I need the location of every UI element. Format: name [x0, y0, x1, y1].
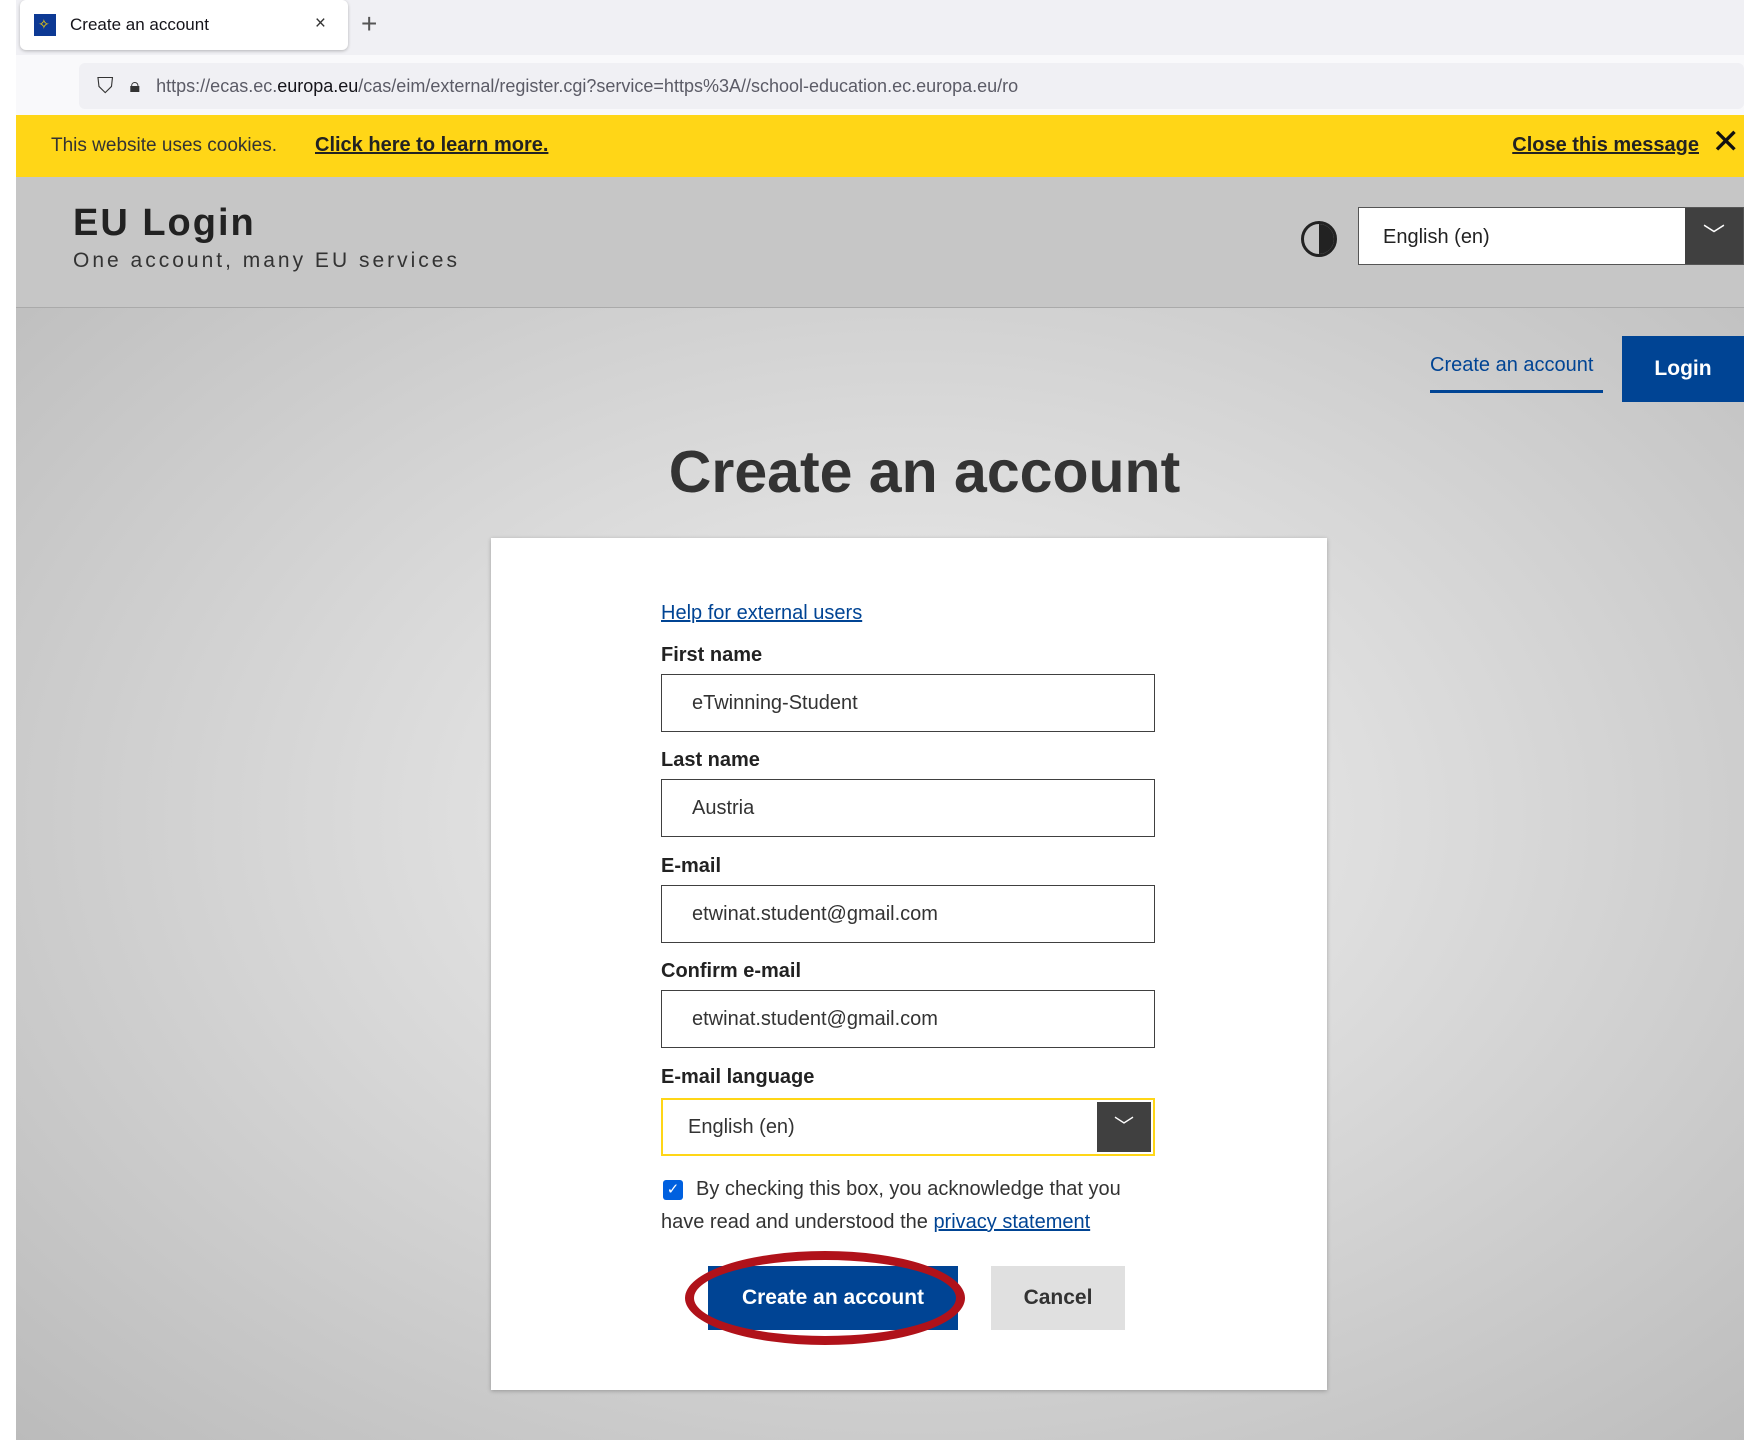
brand-title: EU Login	[73, 202, 256, 244]
cookie-message: This website uses cookies.	[51, 135, 277, 156]
registration-form: Help for external users First name eTwin…	[491, 538, 1327, 1390]
language-select[interactable]: English (en) ﹀	[1358, 207, 1744, 265]
first-name-label: First name	[661, 644, 763, 666]
chevron-down-icon[interactable]: ﹀	[1685, 208, 1743, 264]
tab-title: Create an account	[70, 15, 209, 34]
consent-text-line2: have read and understood the privacy sta…	[661, 1211, 1091, 1233]
consent-checkbox[interactable]: ✓	[663, 1180, 683, 1200]
email-language-label: E-mail language	[661, 1066, 815, 1088]
email-value: etwinat.student@gmail.com	[692, 903, 938, 925]
brand-tagline: One account, many EU services	[73, 249, 460, 272]
address-bar[interactable]: ⛉ 🔒︎ https://ecas.ec.europa.eu/cas/eim/e…	[79, 63, 1744, 109]
chevron-down-icon[interactable]: ﹀	[1097, 1102, 1151, 1152]
last-name-label: Last name	[661, 749, 760, 771]
consent-text-line1: By checking this box, you acknowledge th…	[696, 1178, 1121, 1200]
active-link-underline	[1430, 390, 1603, 393]
browser-window: Create an account × + ⛉ 🔒︎ https://ecas.…	[16, 0, 1744, 1440]
email-field[interactable]: etwinat.student@gmail.com	[661, 885, 1155, 943]
address-bar-row: ⛉ 🔒︎ https://ecas.ec.europa.eu/cas/eim/e…	[16, 55, 1744, 115]
page-title: Create an account	[668, 439, 1181, 505]
close-message-link[interactable]: Close this message	[1512, 134, 1699, 157]
email-language-select[interactable]: English (en) ﹀	[661, 1098, 1155, 1156]
main-content: Create an account Login Create an accoun…	[16, 308, 1744, 1440]
privacy-statement-link[interactable]: privacy statement	[933, 1211, 1090, 1233]
url-text[interactable]: https://ecas.ec.europa.eu/cas/eim/extern…	[156, 76, 1018, 97]
cancel-button[interactable]: Cancel	[991, 1266, 1125, 1330]
lock-icon[interactable]: 🔒︎	[130, 75, 141, 98]
tab-strip: Create an account × +	[16, 0, 1744, 55]
contrast-toggle-icon[interactable]	[1301, 221, 1337, 257]
cookie-learn-more-link[interactable]: Click here to learn more.	[315, 134, 548, 157]
email-language-value: English (en)	[688, 1116, 795, 1138]
cookie-banner: This website uses cookies. Click here to…	[16, 115, 1744, 177]
last-name-value: Austria	[692, 797, 755, 819]
site-header: EU Login One account, many EU services E…	[16, 177, 1744, 308]
language-select-value: English (en)	[1383, 226, 1490, 248]
confirm-email-field[interactable]: etwinat.student@gmail.com	[661, 990, 1155, 1048]
first-name-value: eTwinning-Student	[692, 692, 858, 714]
first-name-field[interactable]: eTwinning-Student	[661, 674, 1155, 732]
last-name-field[interactable]: Austria	[661, 779, 1155, 837]
confirm-email-label: Confirm e-mail	[661, 960, 802, 982]
eu-flag-favicon-icon	[34, 14, 56, 36]
login-button[interactable]: Login	[1622, 336, 1744, 402]
new-tab-icon[interactable]: +	[361, 8, 377, 40]
browser-tab[interactable]: Create an account ×	[20, 0, 348, 50]
email-label: E-mail	[661, 855, 722, 877]
create-account-button[interactable]: Create an account	[708, 1266, 958, 1330]
create-account-nav-link[interactable]: Create an account	[1430, 354, 1593, 377]
confirm-email-value: etwinat.student@gmail.com	[692, 1008, 938, 1030]
tab-close-icon[interactable]: ×	[315, 13, 326, 35]
shield-icon[interactable]: ⛉	[97, 73, 114, 99]
close-icon[interactable]: ✕	[1712, 125, 1741, 159]
help-link[interactable]: Help for external users	[661, 602, 862, 625]
